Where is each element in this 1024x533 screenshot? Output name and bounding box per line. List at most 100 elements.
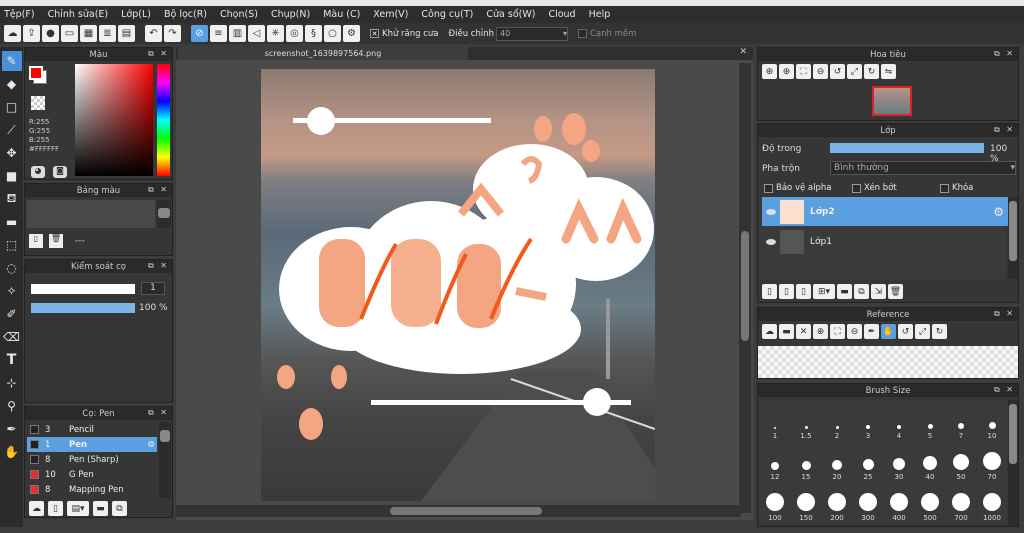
- menu-item[interactable]: Chỉnh sửa(E): [48, 9, 109, 20]
- close-tab-icon[interactable]: ✕: [739, 47, 747, 57]
- zoom-out-icon[interactable]: ⊕: [779, 64, 794, 79]
- brush-size-cell[interactable]: 1: [760, 400, 790, 440]
- fit-icon[interactable]: ⛶: [796, 64, 811, 79]
- panel-close-icon[interactable]: ⧉ ✕: [994, 125, 1015, 135]
- menu-item[interactable]: Chụp(N): [271, 9, 310, 20]
- canvas-image[interactable]: [261, 69, 655, 501]
- dropper-icon[interactable]: ✒: [2, 419, 22, 439]
- panel-close-icon[interactable]: ⧉ ✕: [148, 261, 169, 271]
- snap-off-icon[interactable]: ⊘: [191, 25, 208, 42]
- antialias-toggle[interactable]: ✕ Khử răng cưa: [370, 29, 439, 39]
- menu-item[interactable]: Cửa sổ(W): [486, 9, 535, 20]
- panel-close-icon[interactable]: ⧉ ✕: [994, 49, 1015, 59]
- cloud-icon[interactable]: ☁: [4, 25, 21, 42]
- layer-list-scrollbar[interactable]: [1008, 197, 1018, 279]
- snap-parallel-icon[interactable]: ≡: [210, 25, 227, 42]
- palette-icon[interactable]: ◕: [31, 166, 45, 178]
- grid-icon[interactable]: ▦: [80, 25, 97, 42]
- dropper-icon[interactable]: ✒: [864, 324, 879, 339]
- brush-new-icon[interactable]: ▯: [48, 501, 63, 516]
- brush-size-cell[interactable]: 150: [791, 482, 821, 522]
- brush-size-cell[interactable]: 700: [946, 482, 976, 522]
- hand-icon[interactable]: ✋: [881, 324, 896, 339]
- menu-item[interactable]: Cloud: [548, 9, 575, 20]
- brush-size-cell[interactable]: 300: [853, 482, 883, 522]
- text-tool-icon[interactable]: T: [2, 350, 22, 370]
- rotate-right-icon[interactable]: ↻: [932, 324, 947, 339]
- brush-size-cell[interactable]: 25: [853, 441, 883, 481]
- palette-area[interactable]: [27, 200, 155, 228]
- tab-document[interactable]: screenshot_1639897564.png: [178, 47, 468, 60]
- rotate-left-icon[interactable]: ↺: [830, 64, 845, 79]
- brush-size-cell[interactable]: 10: [977, 400, 1007, 440]
- undo-icon[interactable]: ↶: [145, 25, 162, 42]
- brush-item[interactable]: 3 Pencil: [27, 422, 157, 437]
- gear-icon[interactable]: ⚙: [147, 440, 155, 450]
- menu-item[interactable]: Bộ lọc(R): [164, 9, 207, 20]
- brush-opacity-slider[interactable]: [31, 303, 135, 313]
- reference-canvas[interactable]: [758, 346, 1018, 378]
- zoom-in-icon[interactable]: ⊕: [762, 64, 777, 79]
- gear-icon[interactable]: ⚙: [993, 205, 1004, 219]
- delete-palette-icon[interactable]: 🗑: [49, 234, 63, 248]
- brush-duplicate-icon[interactable]: ⧉: [112, 501, 127, 516]
- menu-item[interactable]: Công cụ(T): [421, 9, 473, 20]
- brush-size-cell[interactable]: 1.5: [791, 400, 821, 440]
- adjust-select[interactable]: 40 ▾: [495, 26, 568, 41]
- fill-rect-tool-icon[interactable]: ■: [2, 166, 22, 186]
- eye-icon[interactable]: [766, 238, 776, 245]
- horizontal-scrollbar[interactable]: [176, 505, 741, 517]
- snap-vanish-icon[interactable]: ◁: [248, 25, 265, 42]
- brush-tool-icon[interactable]: ✎: [1, 51, 22, 71]
- brush-size-cell[interactable]: 100: [760, 482, 790, 522]
- eraser-tool-icon[interactable]: ◆: [2, 74, 22, 94]
- brush-item[interactable]: 1 Pen ⚙: [27, 437, 157, 452]
- vertical-scrollbar[interactable]: [739, 63, 751, 513]
- rotate-right-icon[interactable]: ↻: [864, 64, 879, 79]
- gradient-tool-icon[interactable]: ▬: [2, 212, 22, 232]
- panel-close-icon[interactable]: ⧉ ✕: [994, 309, 1015, 319]
- palette-scrollbar[interactable]: [157, 200, 171, 228]
- panel-close-icon[interactable]: ⧉ ✕: [148, 408, 169, 418]
- select-rect-icon[interactable]: ⬚: [2, 235, 22, 255]
- brush-size-slider[interactable]: [31, 284, 135, 294]
- redo-icon[interactable]: ↷: [164, 25, 181, 42]
- brush-size-cell[interactable]: 400: [884, 482, 914, 522]
- brush-item[interactable]: 8 Mapping Pen: [27, 482, 157, 497]
- new-layer-2-icon[interactable]: ▯: [779, 284, 794, 299]
- select-pen-icon[interactable]: ✐: [2, 304, 22, 324]
- open-icon[interactable]: ▬: [779, 324, 794, 339]
- chat-icon[interactable]: ●: [42, 25, 59, 42]
- merge-layer-icon[interactable]: ⇲: [871, 284, 886, 299]
- brush-size-cell[interactable]: 30: [884, 441, 914, 481]
- brush-size-cell[interactable]: 3: [853, 400, 883, 440]
- list-icon[interactable]: ≣: [99, 25, 116, 42]
- zoom-in-icon[interactable]: ⊕: [813, 324, 828, 339]
- folder-icon[interactable]: ▬: [837, 284, 852, 299]
- brush-size-cell[interactable]: 12: [760, 441, 790, 481]
- brush-size-cell[interactable]: 70: [977, 441, 1007, 481]
- brush-size-value[interactable]: 1: [141, 282, 165, 295]
- panel-close-icon[interactable]: ⧉ ✕: [148, 49, 169, 59]
- panel-close-icon[interactable]: ⧉ ✕: [994, 385, 1015, 395]
- brush-size-cell[interactable]: 500: [915, 482, 945, 522]
- brush-size-cell[interactable]: 20: [822, 441, 852, 481]
- rotate-left-icon[interactable]: ↺: [898, 324, 913, 339]
- brush-size-cell[interactable]: 4: [884, 400, 914, 440]
- protect-alpha-toggle[interactable]: Bảo vệ alpha: [764, 183, 831, 193]
- brush-size-cell[interactable]: 1000: [977, 482, 1007, 522]
- new-layer-3-icon[interactable]: ▯: [796, 284, 811, 299]
- flip-icon[interactable]: ⇋: [881, 64, 896, 79]
- menu-item[interactable]: Xem(V): [373, 9, 408, 20]
- transparent-swatch[interactable]: [31, 96, 45, 110]
- move-tool-icon[interactable]: ✥: [2, 143, 22, 163]
- fit-icon[interactable]: ⛶: [830, 324, 845, 339]
- eye-icon[interactable]: [766, 208, 776, 215]
- soft-edge-toggle[interactable]: Cạnh mềm: [577, 29, 636, 39]
- snap-cross-icon[interactable]: ▥: [229, 25, 246, 42]
- lasso-tool-icon[interactable]: ◌: [2, 258, 22, 278]
- new-palette-icon[interactable]: ▯: [29, 234, 43, 248]
- brush-size-cell[interactable]: 5: [915, 400, 945, 440]
- brush-cloud-icon[interactable]: ☁: [29, 501, 44, 516]
- new-layer-icon[interactable]: ▯: [762, 284, 777, 299]
